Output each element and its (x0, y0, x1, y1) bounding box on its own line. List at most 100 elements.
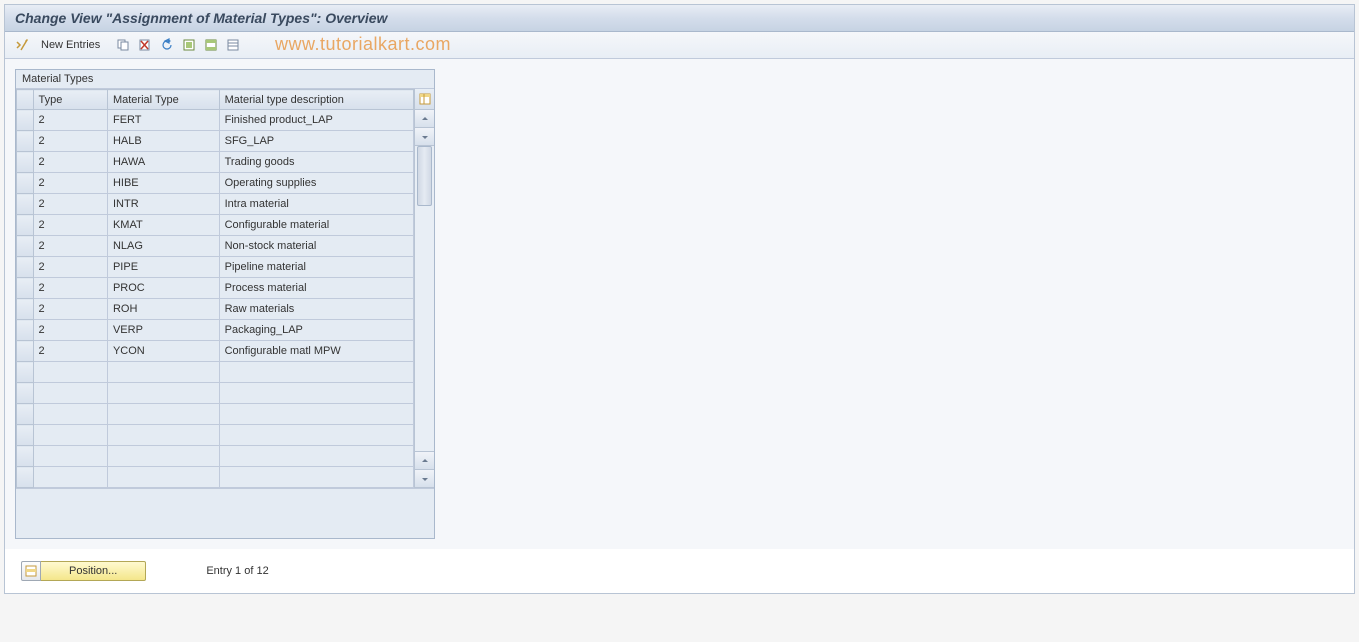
cell-type[interactable]: 2 (33, 194, 107, 215)
scroll-down-button[interactable] (415, 128, 434, 146)
scroll-up-button[interactable] (415, 110, 434, 128)
toggle-display-icon[interactable] (13, 36, 31, 54)
cell-description[interactable]: Packaging_LAP (219, 320, 413, 341)
select-all-header[interactable] (17, 90, 34, 110)
row-selector[interactable] (17, 404, 34, 425)
cell-type[interactable] (33, 383, 107, 404)
cell-description[interactable]: Configurable matl MPW (219, 341, 413, 362)
table-row[interactable]: 2VERPPackaging_LAP (17, 320, 414, 341)
cell-material-type[interactable]: ROH (107, 299, 219, 320)
table-row[interactable] (17, 383, 414, 404)
cell-material-type[interactable]: NLAG (107, 236, 219, 257)
row-selector[interactable] (17, 215, 34, 236)
row-selector[interactable] (17, 194, 34, 215)
table-row[interactable]: 2YCONConfigurable matl MPW (17, 341, 414, 362)
cell-material-type[interactable] (107, 446, 219, 467)
cell-description[interactable]: Process material (219, 278, 413, 299)
cell-material-type[interactable]: KMAT (107, 215, 219, 236)
cell-description[interactable]: Non-stock material (219, 236, 413, 257)
cell-material-type[interactable]: PIPE (107, 257, 219, 278)
scroll-up-button-bottom[interactable] (415, 452, 434, 470)
row-selector[interactable] (17, 257, 34, 278)
cell-description[interactable]: Intra material (219, 194, 413, 215)
select-block-icon[interactable] (202, 36, 220, 54)
row-selector[interactable] (17, 320, 34, 341)
cell-type[interactable]: 2 (33, 341, 107, 362)
row-selector[interactable] (17, 362, 34, 383)
table-row[interactable]: 2HAWATrading goods (17, 152, 414, 173)
column-header-material-type[interactable]: Material Type (107, 90, 219, 110)
table-row[interactable] (17, 425, 414, 446)
cell-type[interactable]: 2 (33, 236, 107, 257)
row-selector[interactable] (17, 131, 34, 152)
row-selector[interactable] (17, 110, 34, 131)
cell-description[interactable]: SFG_LAP (219, 131, 413, 152)
cell-description[interactable] (219, 425, 413, 446)
column-header-type[interactable]: Type (33, 90, 107, 110)
row-selector[interactable] (17, 236, 34, 257)
table-row[interactable]: 2HALBSFG_LAP (17, 131, 414, 152)
table-row[interactable]: 2INTRIntra material (17, 194, 414, 215)
new-entries-button[interactable]: New Entries (35, 37, 106, 53)
position-button[interactable]: Position... (41, 561, 146, 581)
table-row[interactable]: 2KMATConfigurable material (17, 215, 414, 236)
undo-icon[interactable] (158, 36, 176, 54)
cell-type[interactable]: 2 (33, 299, 107, 320)
row-selector[interactable] (17, 278, 34, 299)
table-row[interactable]: 2HIBEOperating supplies (17, 173, 414, 194)
cell-description[interactable]: Operating supplies (219, 173, 413, 194)
table-settings-icon[interactable] (415, 89, 434, 110)
cell-type[interactable]: 2 (33, 110, 107, 131)
cell-type[interactable]: 2 (33, 278, 107, 299)
cell-type[interactable]: 2 (33, 152, 107, 173)
cell-type[interactable]: 2 (33, 257, 107, 278)
cell-description[interactable]: Configurable material (219, 215, 413, 236)
position-icon[interactable] (21, 561, 41, 581)
cell-description[interactable] (219, 404, 413, 425)
row-selector[interactable] (17, 383, 34, 404)
cell-type[interactable]: 2 (33, 131, 107, 152)
cell-description[interactable]: Finished product_LAP (219, 110, 413, 131)
cell-material-type[interactable] (107, 362, 219, 383)
cell-type[interactable]: 2 (33, 320, 107, 341)
cell-type[interactable] (33, 362, 107, 383)
cell-type[interactable]: 2 (33, 215, 107, 236)
table-row[interactable] (17, 404, 414, 425)
cell-material-type[interactable]: YCON (107, 341, 219, 362)
cell-material-type[interactable] (107, 404, 219, 425)
cell-type[interactable] (33, 467, 107, 488)
cell-material-type[interactable]: VERP (107, 320, 219, 341)
cell-type[interactable] (33, 425, 107, 446)
copy-icon[interactable] (114, 36, 132, 54)
scroll-track[interactable] (415, 146, 434, 452)
cell-type[interactable]: 2 (33, 173, 107, 194)
cell-description[interactable] (219, 446, 413, 467)
cell-material-type[interactable]: PROC (107, 278, 219, 299)
cell-description[interactable]: Raw materials (219, 299, 413, 320)
scroll-thumb[interactable] (417, 146, 432, 206)
cell-material-type[interactable]: FERT (107, 110, 219, 131)
cell-description[interactable] (219, 362, 413, 383)
cell-description[interactable] (219, 467, 413, 488)
row-selector[interactable] (17, 173, 34, 194)
cell-material-type[interactable]: HALB (107, 131, 219, 152)
table-row[interactable] (17, 446, 414, 467)
table-row[interactable]: 2PIPEPipeline material (17, 257, 414, 278)
cell-material-type[interactable]: HAWA (107, 152, 219, 173)
row-selector[interactable] (17, 152, 34, 173)
cell-type[interactable] (33, 446, 107, 467)
cell-material-type[interactable] (107, 425, 219, 446)
table-row[interactable]: 2NLAGNon-stock material (17, 236, 414, 257)
table-row[interactable]: 2ROHRaw materials (17, 299, 414, 320)
table-row[interactable]: 2FERTFinished product_LAP (17, 110, 414, 131)
table-row[interactable] (17, 362, 414, 383)
row-selector[interactable] (17, 299, 34, 320)
cell-material-type[interactable] (107, 467, 219, 488)
cell-description[interactable] (219, 383, 413, 404)
row-selector[interactable] (17, 446, 34, 467)
row-selector[interactable] (17, 467, 34, 488)
cell-material-type[interactable]: HIBE (107, 173, 219, 194)
cell-type[interactable] (33, 404, 107, 425)
cell-material-type[interactable]: INTR (107, 194, 219, 215)
cell-description[interactable]: Trading goods (219, 152, 413, 173)
